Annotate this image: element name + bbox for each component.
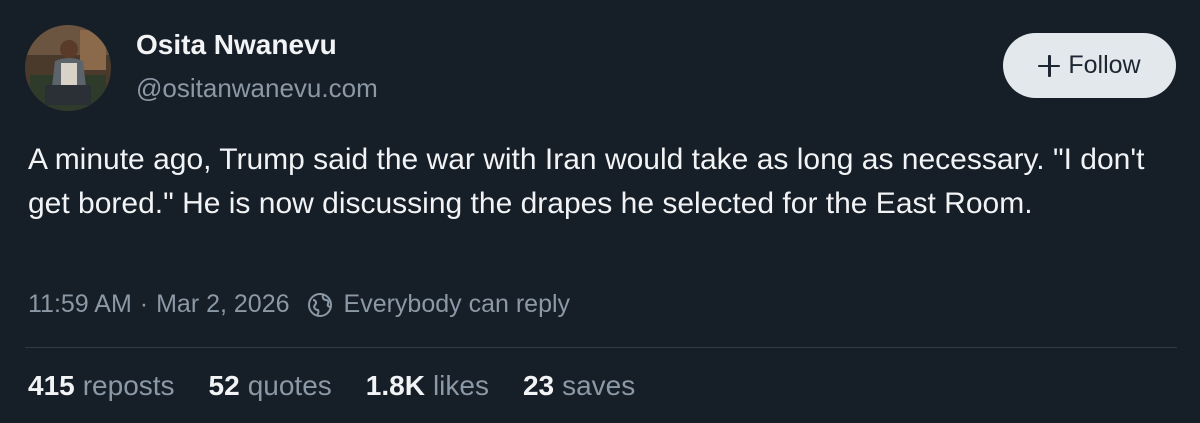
saves-label: saves	[562, 370, 636, 401]
post-date[interactable]: Mar 2, 2026	[156, 290, 289, 319]
follow-button-label: Follow	[1068, 51, 1141, 79]
post-meta: 11:59 AM · Mar 2, 2026 Everybody can rep…	[28, 290, 570, 319]
author-display-name[interactable]: Osita Nwanevu	[136, 29, 337, 61]
author-handle[interactable]: @ositanwanevu.com	[136, 73, 378, 104]
globe-icon	[306, 291, 334, 319]
divider	[25, 347, 1177, 348]
quotes-count: 52	[208, 370, 240, 401]
post-card: Osita Nwanevu @ositanwanevu.com Follow A…	[0, 0, 1200, 423]
quotes-label: quotes	[247, 370, 332, 401]
plus-icon	[1038, 54, 1061, 77]
stat-quotes[interactable]: 52 quotes	[209, 370, 332, 402]
stat-saves[interactable]: 23 saves	[523, 370, 635, 402]
post-stats: 415 reposts 52 quotes 1.8K likes 23 saves	[28, 370, 669, 402]
post-text: A minute ago, Trump said the war with Ir…	[28, 143, 1145, 220]
reposts-label: reposts	[82, 370, 175, 401]
saves-count: 23	[522, 370, 555, 401]
stat-likes[interactable]: 1.8K likes	[366, 370, 489, 402]
stat-reposts[interactable]: 415 reposts	[28, 370, 175, 402]
avatar-image	[25, 25, 111, 111]
post-time[interactable]: 11:59 AM	[28, 290, 132, 319]
meta-separator: ·	[139, 290, 149, 318]
reply-setting: Everybody can reply	[343, 290, 571, 318]
follow-button[interactable]: Follow	[1003, 33, 1176, 98]
likes-label: likes	[432, 370, 489, 401]
avatar[interactable]	[25, 25, 111, 111]
likes-count: 1.8K	[365, 370, 425, 401]
reposts-count: 415	[28, 370, 75, 401]
